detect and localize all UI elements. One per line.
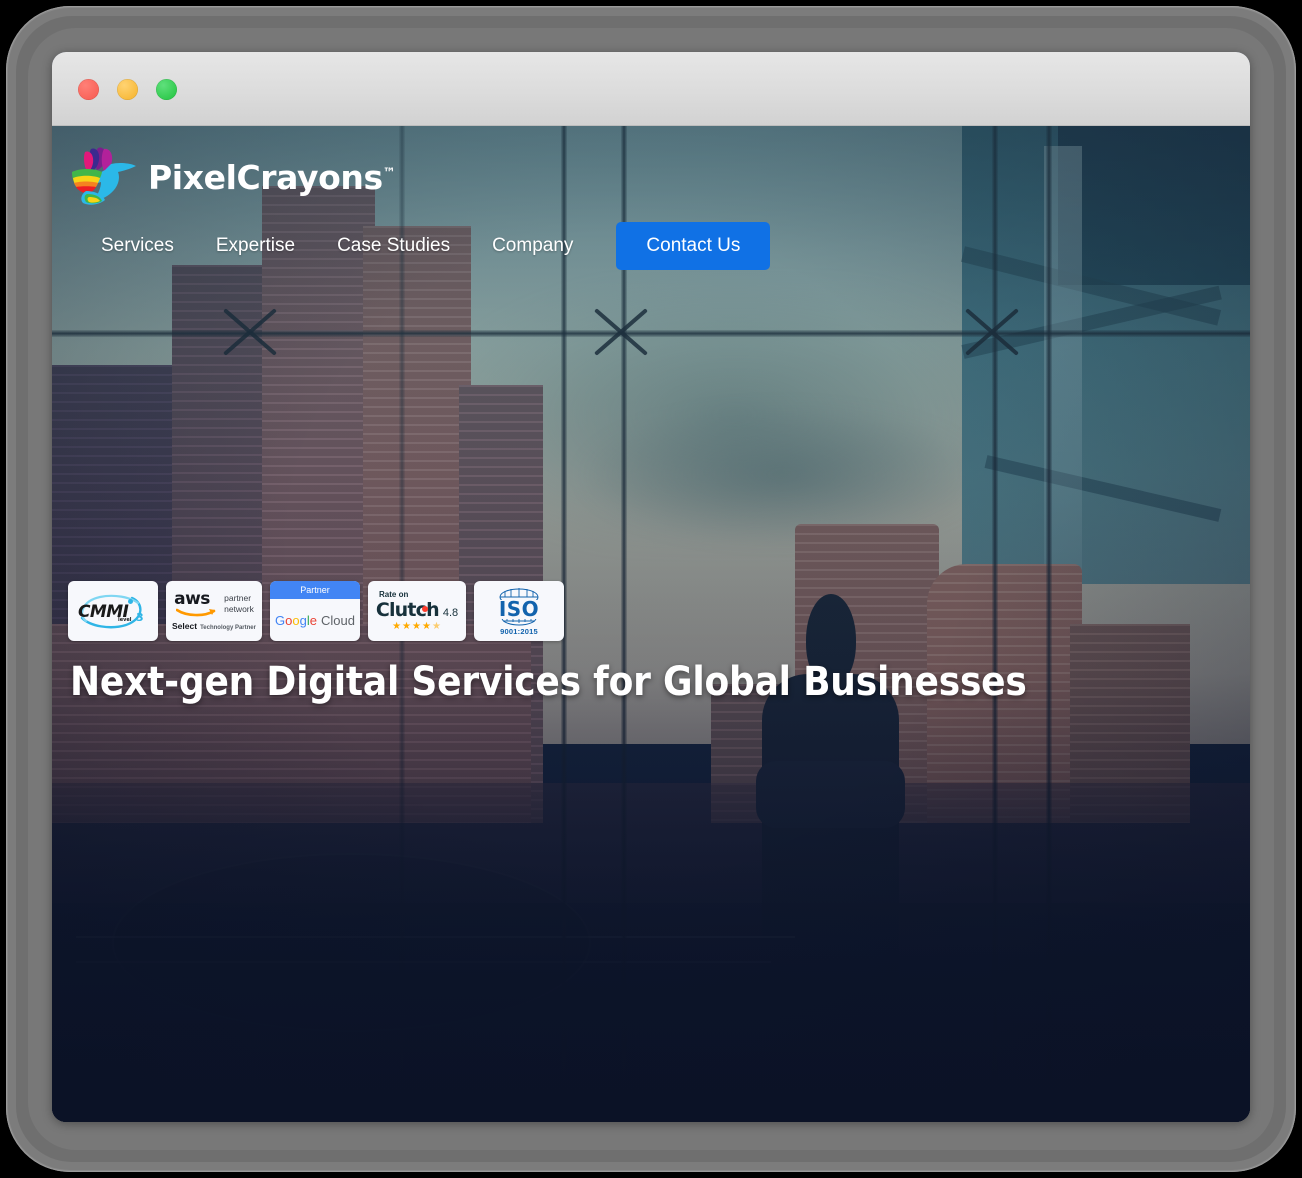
aws-smile-icon	[176, 608, 216, 617]
iso-wordmark: ISO	[498, 596, 540, 621]
google-letter-e: e	[309, 612, 317, 628]
clutch-full-stars: ★★★★	[392, 621, 432, 632]
clutch-wordmark: Clutch	[375, 599, 440, 621]
cmmi-level-value: 3	[136, 611, 144, 624]
badge-aws-partner[interactable]: aws partner network Select Technology Pa…	[166, 581, 262, 641]
iso-globe-bottom-icon	[501, 618, 537, 625]
nav-item-services[interactable]: Services	[80, 225, 195, 267]
brand-trademark: ™	[382, 165, 396, 181]
clutch-wordmark-text: Clutch	[375, 599, 440, 621]
maximize-window-button[interactable]	[156, 79, 177, 100]
brand-name: PixelCrayons™	[148, 158, 396, 197]
aws-tier-label: Select	[172, 621, 198, 631]
badge-google-cloud-partner[interactable]: Partner Go o g l e Cloud	[270, 581, 360, 641]
hero-headline: Next-gen Digital Services for Global Bus…	[70, 659, 1027, 705]
nav-item-case-studies[interactable]: Case Studies	[316, 225, 471, 267]
close-window-button[interactable]	[78, 79, 99, 100]
google-letter-g1: G	[275, 612, 286, 628]
google-cloud-suffix: Cloud	[320, 612, 355, 628]
window-traffic-lights	[78, 79, 177, 100]
google-letter-o1: o	[285, 612, 293, 628]
badge-iso-certification[interactable]: ISO 9001:2015	[474, 581, 564, 641]
aws-tier-sublabel: Technology Partner	[200, 625, 256, 631]
aws-partner-line1: partner	[224, 593, 252, 604]
window-title-bar	[52, 52, 1250, 126]
browser-window: PixelCrayons™ Services Expertise Case St…	[52, 52, 1250, 1122]
google-cloud-wordmark: Go o g l e Cloud	[270, 599, 360, 641]
minimize-window-button[interactable]	[117, 79, 138, 100]
hero-content: CMMI level 3 aws partner network Select …	[52, 581, 1250, 705]
aws-wordmark: aws	[174, 589, 210, 609]
certification-badges: CMMI level 3 aws partner network Select …	[68, 581, 1250, 641]
iso-standard-label: 9001:2015	[500, 626, 538, 636]
badge-clutch-rating[interactable]: Rate on Clutch 4.8 ★★★★★	[368, 581, 466, 641]
cmmi-dot-icon	[128, 599, 133, 604]
page-viewport: PixelCrayons™ Services Expertise Case St…	[52, 126, 1250, 1122]
cmmi-level-label: level	[118, 617, 132, 623]
brand-name-text: PixelCrayons	[148, 157, 383, 197]
clutch-star-rating: ★★★★★	[392, 622, 442, 632]
google-letter-o2: o	[292, 612, 300, 628]
aws-partner-line2: network	[224, 604, 254, 614]
nav-item-expertise[interactable]: Expertise	[195, 225, 316, 267]
google-letter-g2: g	[299, 612, 307, 628]
contact-us-button[interactable]: Contact Us	[616, 222, 771, 270]
badge-cmmi[interactable]: CMMI level 3	[68, 581, 158, 641]
brand-logo-link[interactable]: PixelCrayons™	[52, 144, 1250, 206]
hummingbird-logo-icon	[72, 147, 136, 205]
main-navigation: Services Expertise Case Studies Company …	[52, 222, 1250, 270]
google-cloud-partner-header: Partner	[270, 581, 360, 599]
clutch-half-star: ★	[431, 621, 442, 632]
site-header: PixelCrayons™ Services Expertise Case St…	[52, 126, 1250, 270]
clutch-rate-on-label: Rate on	[379, 590, 409, 599]
nav-item-company[interactable]: Company	[471, 225, 594, 267]
clutch-score: 4.8	[442, 607, 459, 619]
